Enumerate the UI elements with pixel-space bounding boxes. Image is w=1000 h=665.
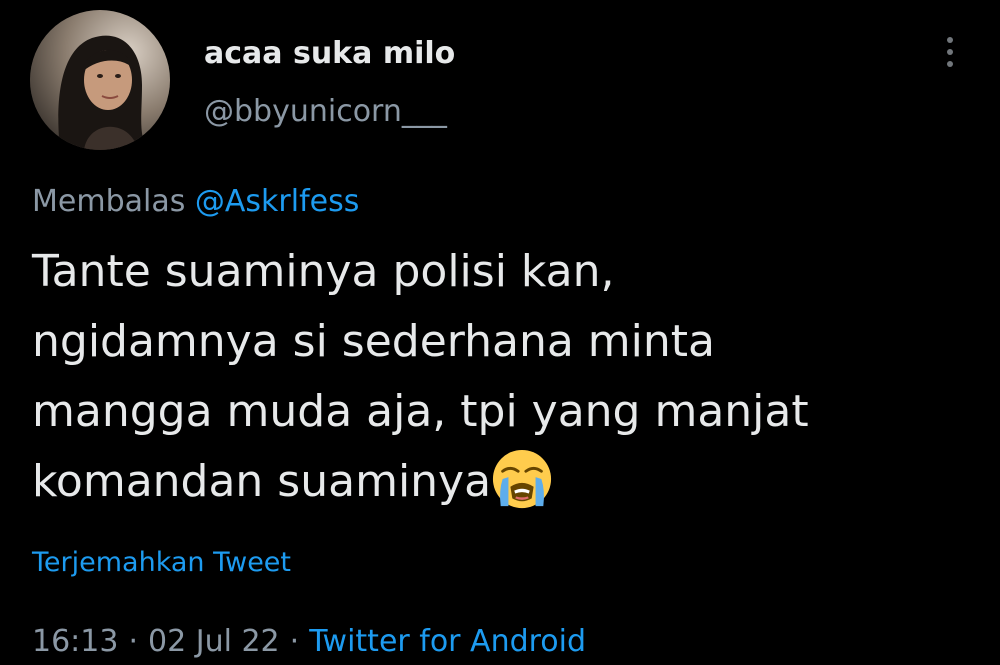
display-name[interactable]: acaa suka milo xyxy=(204,34,455,74)
avatar-photo xyxy=(30,10,170,150)
tweet-text-line: mangga muda aja, tpi yang manjat xyxy=(32,386,809,437)
loudly-crying-face-emoji xyxy=(493,449,552,509)
tweet-date[interactable]: 02 Jul 22 xyxy=(148,624,280,659)
tweet-card: acaa suka milo @bbyunicorn___ Membalas @… xyxy=(0,0,1000,665)
tweet-text-line: Tante suaminya polisi kan, xyxy=(32,246,615,297)
more-vertical-icon-dot xyxy=(947,49,953,55)
reply-context: Membalas @Askrlfess xyxy=(32,182,359,222)
tweet-text-final-words: komandan suaminya xyxy=(32,456,492,507)
reply-prefix: Membalas xyxy=(32,184,186,219)
more-vertical-icon xyxy=(947,37,953,43)
meta-separator: · xyxy=(289,624,300,659)
tweet-text-line-last: komandan suaminya xyxy=(32,447,962,517)
tweet-time[interactable]: 16:13 xyxy=(32,624,118,659)
tweet-meta: 16:13 · 02 Jul 22 · Twitter for Android xyxy=(32,622,586,662)
user-handle[interactable]: @bbyunicorn___ xyxy=(204,92,447,132)
more-options-button[interactable] xyxy=(930,30,970,74)
translate-tweet-link[interactable]: Terjemahkan Tweet xyxy=(32,545,291,581)
tweet-text: Tante suaminya polisi kan, ngidamnya si … xyxy=(32,237,962,517)
reply-mention-link[interactable]: @Askrlfess xyxy=(195,184,359,219)
tweet-source-link[interactable]: Twitter for Android xyxy=(309,624,586,659)
more-vertical-icon-dot xyxy=(947,61,953,67)
meta-separator: · xyxy=(128,624,139,659)
tweet-text-line: ngidamnya si sederhana minta xyxy=(32,316,715,367)
avatar[interactable] xyxy=(30,10,170,150)
